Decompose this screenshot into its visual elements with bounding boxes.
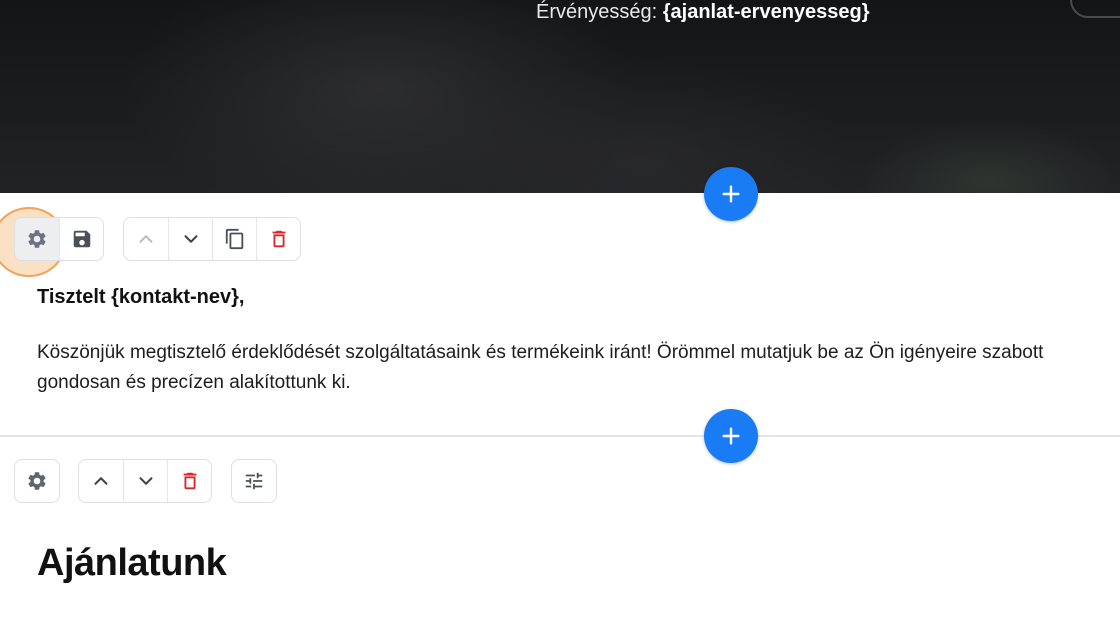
- settings-button[interactable]: [15, 460, 59, 502]
- save-button[interactable]: [59, 218, 103, 260]
- block-settings-toolbar: [14, 217, 104, 261]
- validity-text: Érvényesség: {ajanlat-ervenyesseg}: [536, 1, 870, 24]
- block-options-toolbar: [231, 459, 277, 503]
- plus-icon: [722, 185, 740, 203]
- plus-icon: [722, 427, 740, 445]
- add-block-button[interactable]: [704, 167, 758, 221]
- greeting-heading: Tisztelt {kontakt-nev},: [37, 286, 245, 308]
- hero-background-shade: [430, 60, 850, 193]
- move-up-button[interactable]: [79, 460, 123, 502]
- chevron-up-icon: [139, 235, 153, 243]
- save-icon: [73, 230, 90, 248]
- intro-paragraph: Köszönjük megtisztelő érdeklődését szolg…: [37, 338, 1120, 398]
- block-divider: [0, 435, 1120, 437]
- block-actions-toolbar: [78, 459, 212, 503]
- copy-icon: [225, 228, 243, 250]
- validity-value: {ajanlat-ervenyesseg}: [662, 1, 870, 23]
- sliders-icon: [245, 472, 263, 490]
- hero-corner-shape: [1070, 0, 1120, 18]
- section-title: Ajánlatunk: [37, 542, 227, 584]
- block-settings-toolbar: [14, 459, 60, 503]
- hero-background-shade: [860, 120, 1120, 193]
- add-block-button[interactable]: [704, 409, 758, 463]
- move-down-button[interactable]: [123, 460, 167, 502]
- trash-icon: [272, 230, 285, 248]
- adjust-button[interactable]: [232, 460, 276, 502]
- move-up-button[interactable]: [124, 218, 168, 260]
- settings-button[interactable]: [15, 218, 59, 260]
- delete-button[interactable]: [256, 218, 300, 260]
- chevron-up-icon: [94, 477, 108, 485]
- chevron-down-icon: [183, 235, 198, 243]
- chevron-down-icon: [138, 477, 153, 485]
- delete-button[interactable]: [167, 460, 211, 502]
- hero-section: Érvényesség: {ajanlat-ervenyesseg}: [0, 0, 1120, 193]
- move-down-button[interactable]: [168, 218, 212, 260]
- gear-icon: [28, 230, 46, 248]
- duplicate-button[interactable]: [212, 218, 256, 260]
- validity-label: Érvényesség:: [536, 1, 658, 23]
- block-actions-toolbar: [123, 217, 301, 261]
- trash-icon: [183, 472, 196, 490]
- intro-paragraph-line: gondosan és precízen alakítottunk ki.: [37, 372, 351, 393]
- intro-paragraph-line: Köszönjük megtisztelő érdeklődését szolg…: [37, 342, 1044, 363]
- gear-icon: [28, 472, 46, 490]
